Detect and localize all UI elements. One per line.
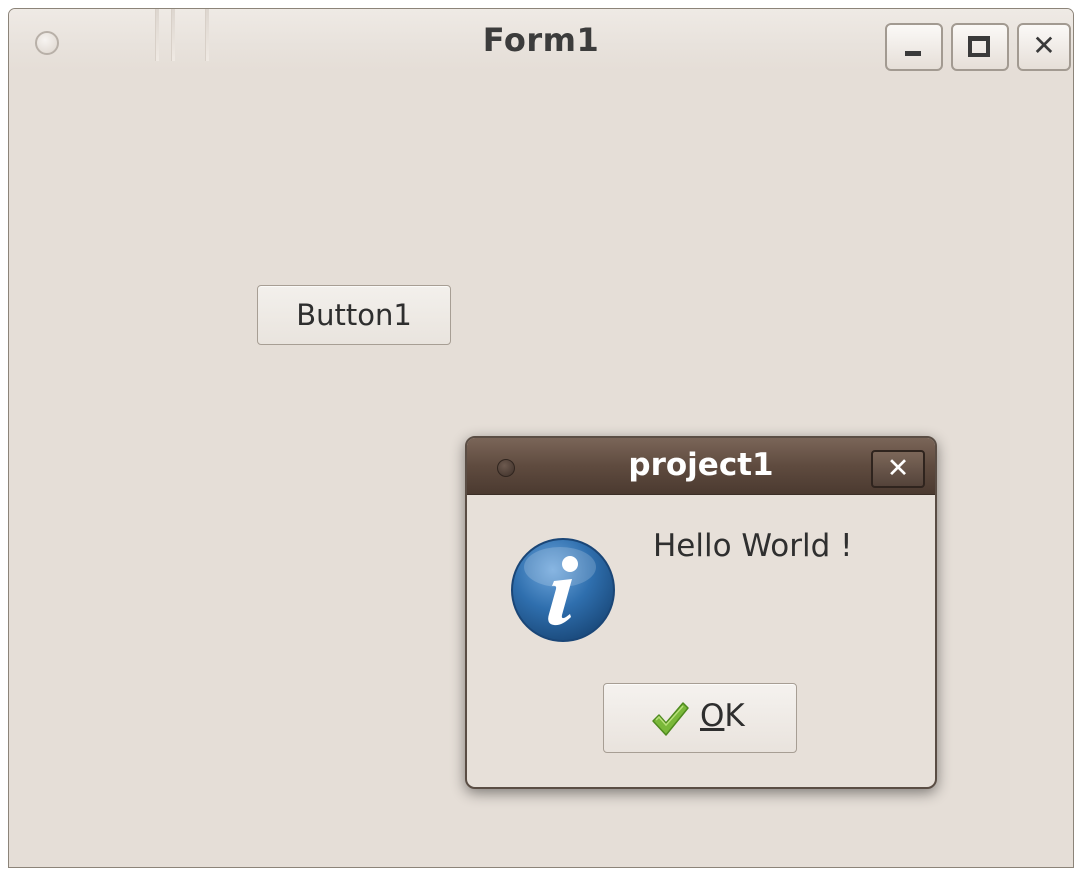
dialog-titlebar[interactable]: project1 ✕	[467, 438, 935, 495]
close-button[interactable]: ✕	[1017, 23, 1071, 71]
dialog-title: project1	[628, 447, 774, 483]
minimize-icon	[905, 51, 921, 56]
minimize-button[interactable]	[885, 23, 943, 71]
maximize-icon	[968, 36, 990, 57]
dialog-message: Hello World !	[653, 528, 853, 564]
ok-mnemonic: O	[700, 698, 725, 734]
message-dialog: project1 ✕ Hello World ! OK	[465, 436, 937, 789]
ok-button[interactable]: OK	[603, 683, 797, 753]
close-icon: ✕	[1032, 29, 1056, 62]
info-icon	[511, 538, 615, 642]
maximize-button[interactable]	[951, 23, 1009, 71]
form1-titlebar[interactable]: Form1 ✕	[9, 9, 1073, 71]
button1[interactable]: Button1	[257, 285, 451, 345]
close-icon: ✕	[886, 453, 910, 484]
ok-label-rest: K	[724, 698, 745, 734]
dialog-close-button[interactable]: ✕	[871, 450, 925, 488]
ok-button-label: OK	[700, 698, 745, 734]
checkmark-icon	[652, 702, 689, 736]
